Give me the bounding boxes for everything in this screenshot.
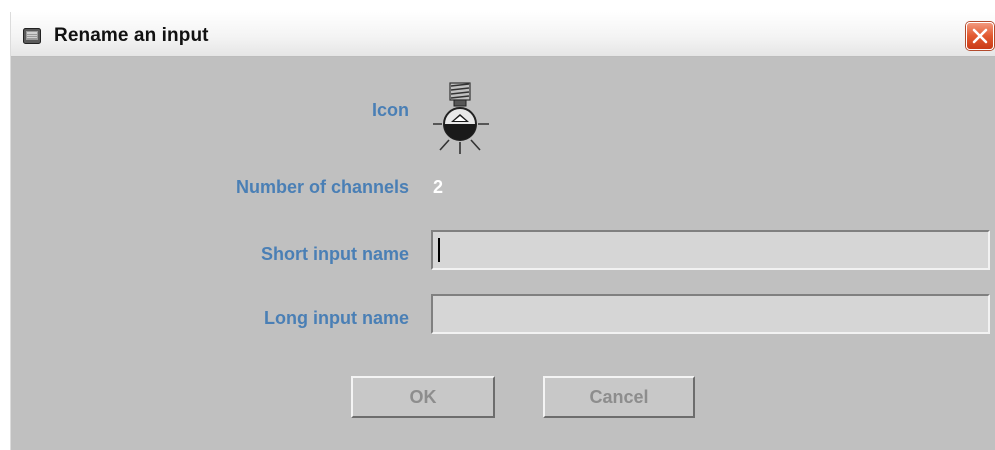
close-button[interactable]: [966, 22, 994, 50]
long-name-label: Long input name: [264, 308, 409, 328]
short-name-label: Short input name: [261, 244, 409, 264]
ok-button[interactable]: OK: [351, 376, 495, 418]
icon-label: Icon: [371, 100, 409, 120]
dialog-title: Rename an input: [54, 25, 209, 46]
cancel-button[interactable]: Cancel: [543, 376, 695, 418]
channels-value: 2: [433, 177, 444, 197]
title-bar[interactable]: Rename an input: [11, 12, 995, 57]
short-name-input[interactable]: [431, 230, 990, 270]
light-sensor-icon[interactable]: [431, 80, 495, 162]
text-caret: [438, 238, 440, 262]
long-name-input[interactable]: [431, 294, 990, 334]
dialog-app-icon: [23, 28, 41, 44]
channels-label: Number of channels: [235, 177, 409, 197]
close-icon: [972, 28, 988, 44]
rename-input-dialog: Rename an input Icon Number of channels …: [10, 12, 995, 450]
